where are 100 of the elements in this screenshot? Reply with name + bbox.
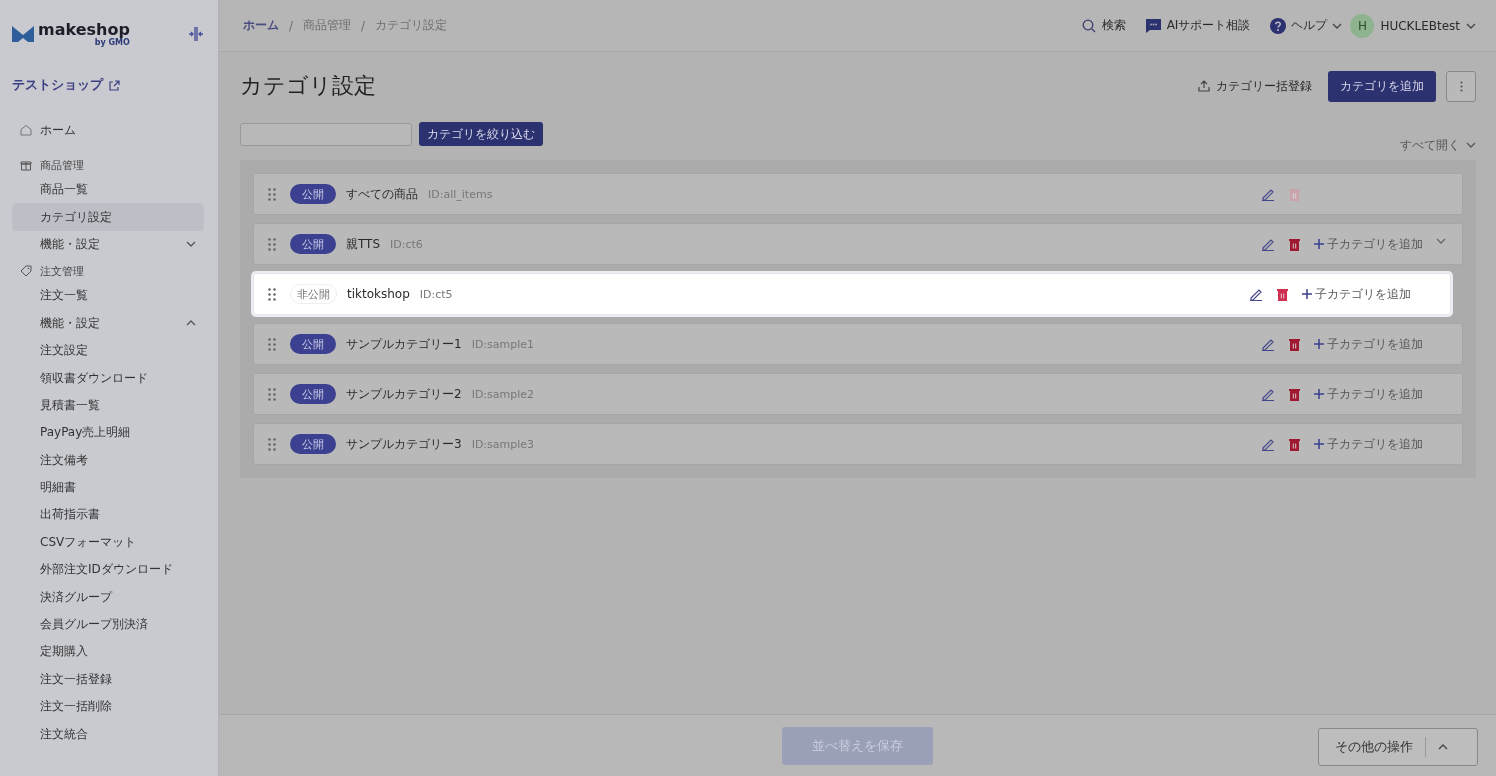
kebab-icon	[1459, 80, 1463, 92]
edit-icon[interactable]	[1261, 187, 1275, 201]
sidebar-item[interactable]: 注文備考	[12, 446, 204, 474]
category-id: ID:all_items	[428, 187, 493, 201]
drag-handle-icon[interactable]	[268, 237, 276, 251]
breadcrumb-separator: /	[289, 18, 294, 33]
external-link-icon[interactable]	[109, 79, 120, 91]
category-name: サンプルカテゴリー2	[346, 385, 462, 403]
trash-icon[interactable]	[1289, 387, 1300, 401]
search-icon[interactable]	[1081, 18, 1096, 33]
expand-all-button[interactable]: すべて開く	[1400, 138, 1476, 152]
status-badge: 公開	[290, 234, 336, 254]
logo-text: makeshop	[38, 21, 130, 38]
status-badge: 公開	[290, 184, 336, 204]
help-icon[interactable]	[1270, 17, 1287, 34]
filter-field[interactable]	[240, 122, 412, 146]
ai-support-link[interactable]: AIサポート相談	[1166, 17, 1251, 34]
sidebar-item[interactable]: 領収書ダウンロード	[12, 364, 204, 392]
breadcrumb-separator: /	[361, 18, 366, 33]
category-row[interactable]: 公開 サンプルカテゴリー1 ID:sample1 子カテゴリを追加	[253, 323, 1463, 365]
sidebar-item[interactable]: 注文一覧	[12, 282, 204, 310]
chevron-down-icon	[1332, 22, 1343, 29]
status-badge: 非公開	[290, 284, 337, 304]
add-subcategory-button[interactable]: 子カテゴリを追加	[1302, 285, 1414, 303]
page-title: カテゴリ設定	[240, 72, 376, 100]
sidebar-item[interactable]: CSVフォーマット	[12, 528, 204, 557]
chat-icon[interactable]	[1145, 18, 1161, 33]
filter-button[interactable]: カテゴリを絞り込む	[419, 122, 543, 146]
logo-subtext: by GMO	[94, 37, 130, 47]
chevron-up-icon	[1438, 744, 1448, 750]
sidebar-item[interactable]: 注文一括削除	[12, 693, 204, 721]
bulk-register-button[interactable]: カテゴリー括登録	[1192, 76, 1318, 96]
status-badge: 公開	[290, 334, 336, 354]
category-row[interactable]: 公開 サンプルカテゴリー3 ID:sample3 子カテゴリを追加	[253, 423, 1463, 465]
edit-icon[interactable]	[1249, 287, 1263, 301]
category-id: ID:sample1	[471, 337, 535, 351]
drag-handle-icon[interactable]	[268, 437, 276, 451]
sidebar-toggle[interactable]: 機能・設定	[12, 309, 204, 337]
chevron-down-icon	[1466, 22, 1476, 29]
sidebar-section-title: 注文管理	[40, 263, 84, 279]
chevron-down-icon	[1466, 142, 1476, 148]
category-id: ID:ct6	[390, 237, 423, 251]
sidebar-item[interactable]: 定期購入	[12, 638, 204, 666]
status-badge: 公開	[290, 434, 336, 454]
sidebar-item[interactable]: カテゴリ設定	[12, 203, 204, 231]
shop-name-link[interactable]: テストショップ	[12, 76, 103, 94]
sidebar-link[interactable]: ホーム	[40, 121, 76, 139]
gift-icon	[20, 159, 32, 171]
add-subcategory-button[interactable]: 子カテゴリを追加	[1314, 385, 1426, 403]
drag-handle-icon[interactable]	[268, 287, 276, 301]
search-link[interactable]: 検索	[1101, 17, 1126, 34]
trash-icon[interactable]	[1289, 237, 1300, 251]
sidebar-item[interactable]: PayPay売上明細	[12, 419, 204, 447]
plus-icon	[1314, 389, 1324, 399]
collapse-sidebar-icon[interactable]	[188, 27, 204, 41]
add-subcategory-button[interactable]: 子カテゴリを追加	[1314, 235, 1426, 253]
edit-icon[interactable]	[1261, 437, 1275, 451]
drag-handle-icon[interactable]	[268, 387, 276, 401]
drag-handle-icon[interactable]	[268, 337, 276, 351]
sidebar-item[interactable]: 注文一括登録	[12, 665, 204, 694]
sidebar-item[interactable]: 見積書一覧	[12, 391, 204, 420]
sidebar-item[interactable]: 注文統合	[12, 720, 204, 748]
logo-mark-icon	[12, 26, 34, 42]
user-menu[interactable]: HUCKLEBtest	[1380, 18, 1460, 33]
add-category-button[interactable]: カテゴリを追加	[1328, 70, 1436, 102]
upload-icon	[1198, 80, 1210, 92]
edit-icon[interactable]	[1261, 337, 1275, 351]
sidebar-item[interactable]: 会員グループ別決済	[12, 610, 204, 639]
sidebar-item[interactable]: 外部注文IDダウンロード	[12, 556, 204, 584]
chevron-down-icon	[186, 241, 196, 248]
category-name: tiktokshop	[347, 287, 410, 301]
sidebar-item[interactable]: 出荷指示書	[12, 501, 204, 529]
breadcrumb-link[interactable]: ホーム	[243, 17, 279, 34]
category-row[interactable]: 公開 すべての商品 ID:all_items	[253, 173, 1463, 215]
sidebar-toggle[interactable]: 機能・設定	[12, 230, 204, 259]
category-name: サンプルカテゴリー3	[346, 435, 462, 453]
edit-icon[interactable]	[1261, 387, 1275, 401]
sidebar-item[interactable]: 決済グループ	[12, 583, 204, 611]
plus-icon	[1314, 439, 1324, 449]
trash-icon[interactable]	[1289, 337, 1300, 351]
sidebar-section-title: 商品管理	[40, 157, 84, 173]
status-badge: 公開	[290, 384, 336, 404]
category-row[interactable]: 公開 親TTS ID:ct6 子カテゴリを追加	[253, 223, 1463, 265]
add-subcategory-button[interactable]: 子カテゴリを追加	[1314, 335, 1426, 353]
chevron-up-icon	[186, 320, 196, 327]
help-menu[interactable]: ヘルプ	[1291, 17, 1328, 34]
sidebar-item[interactable]: 明細書	[12, 473, 204, 502]
user-avatar: H	[1350, 13, 1375, 38]
category-row[interactable]: 公開 サンプルカテゴリー2 ID:sample2 子カテゴリを追加	[253, 373, 1463, 415]
edit-icon[interactable]	[1261, 237, 1275, 251]
drag-handle-icon[interactable]	[268, 187, 276, 201]
trash-icon[interactable]	[1289, 437, 1300, 451]
expand-chevron-icon[interactable]	[1436, 238, 1446, 244]
other-actions-button[interactable]: その他の操作	[1318, 728, 1478, 766]
sidebar-item[interactable]: 商品一覧	[12, 176, 204, 204]
sidebar-item[interactable]: 注文設定	[12, 336, 204, 365]
trash-icon[interactable]	[1277, 287, 1288, 301]
add-subcategory-button[interactable]: 子カテゴリを追加	[1314, 435, 1426, 453]
plus-icon	[1302, 289, 1312, 299]
category-row[interactable]: 非公開 tiktokshop ID:ct5 子カテゴリを追加	[253, 273, 1451, 315]
